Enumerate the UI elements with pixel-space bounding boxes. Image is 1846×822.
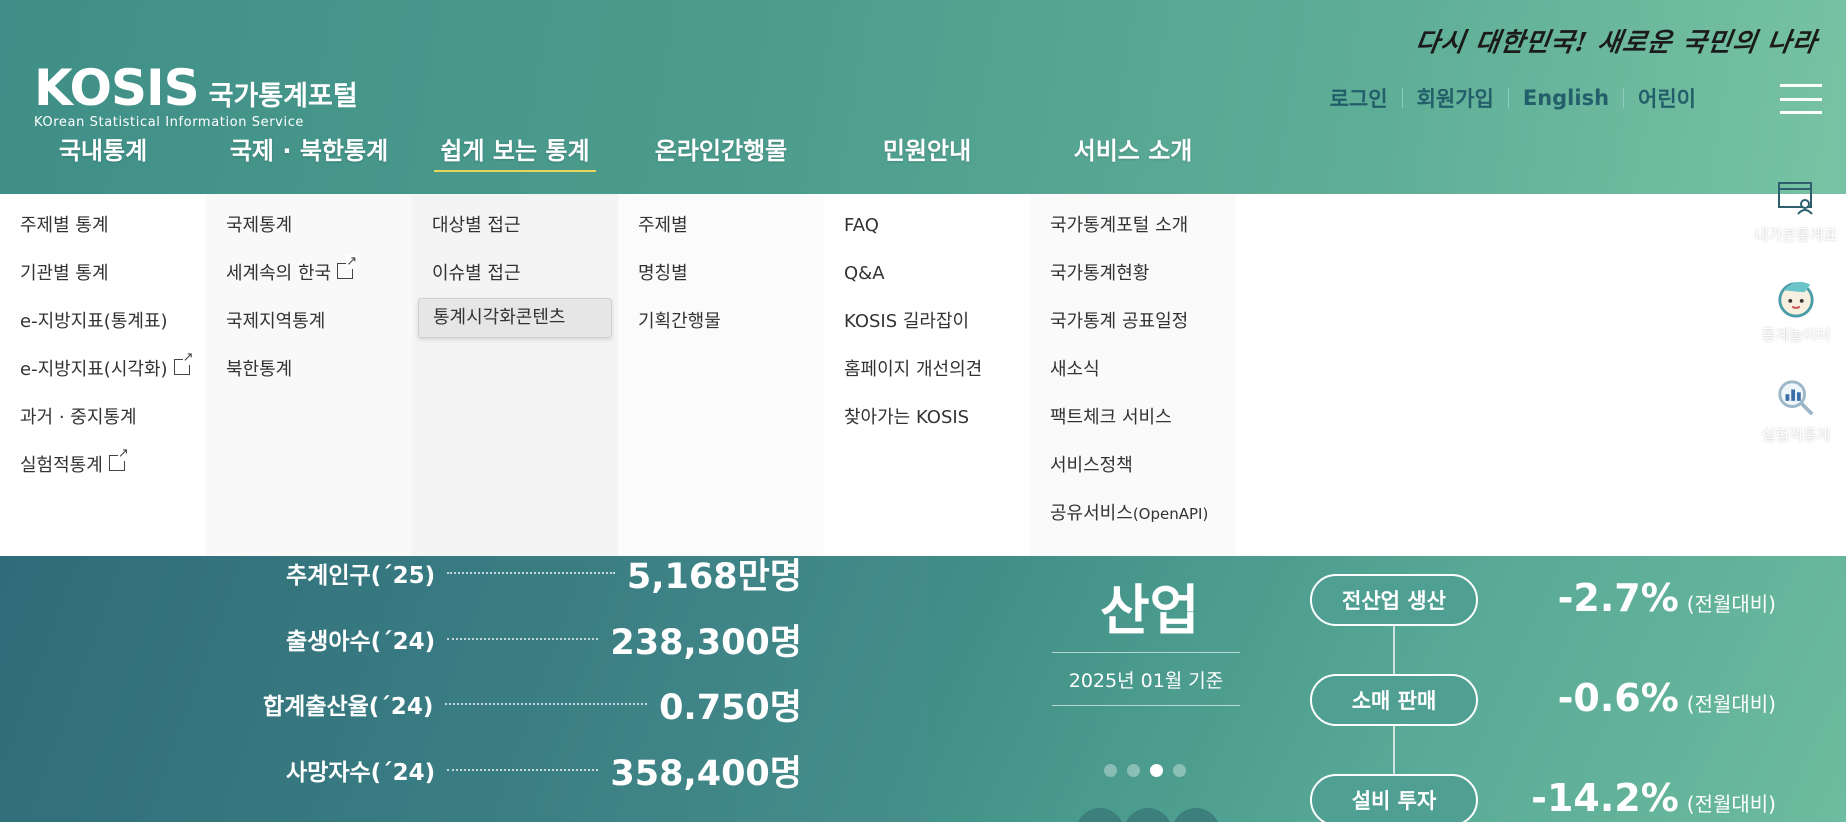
quick-menu: 내가본통계표 통계놀이터 실험적통계 (1746, 176, 1846, 476)
english-link[interactable]: English (1523, 86, 1609, 110)
nav-online-publications[interactable]: 온라인간행물 (618, 134, 824, 174)
menu-icon[interactable] (1780, 84, 1822, 114)
stat-row-births[interactable]: 출생아수(´24) 238,300명 (286, 614, 802, 664)
menu-item[interactable]: 주제별 통계 (0, 202, 206, 250)
menu-item[interactable]: 명칭별 (618, 250, 824, 298)
menu-item[interactable]: e-지방지표(시각화) (0, 346, 206, 394)
pager-dot[interactable] (1104, 764, 1117, 777)
logo-subtitle: KOrean Statistical Information Service (34, 115, 305, 130)
menu-item[interactable]: 실험적통계 (0, 442, 206, 490)
pager-dot[interactable] (1173, 764, 1186, 777)
nav-service-intro[interactable]: 서비스 소개 (1030, 134, 1236, 174)
menu-item[interactable]: 기획간행물 (618, 298, 824, 346)
signup-link[interactable]: 회원가입 (1417, 83, 1494, 113)
login-link[interactable]: 로그인 (1330, 83, 1388, 113)
quick-recent-tables[interactable]: 내가본통계표 (1746, 176, 1846, 276)
industry-title: 산업 (1100, 579, 1200, 642)
menu-item[interactable]: 세계속의 한국 (206, 250, 412, 298)
menu-item[interactable]: 주제별 (618, 202, 824, 250)
external-link-icon (173, 351, 194, 375)
menu-item[interactable]: 기관별 통계 (0, 250, 206, 298)
kids-link[interactable]: 어린이 (1638, 83, 1696, 113)
mega-menu: 주제별 통계 기관별 통계 e-지방지표(통계표) e-지방지표(시각화) 과거… (0, 194, 1846, 556)
mega-col-publications: 주제별 명칭별 기획간행물 (618, 194, 824, 556)
utility-links: 로그인 회원가입 English 어린이 (1330, 83, 1696, 113)
menu-item[interactable]: 국가통계현황 (1030, 250, 1236, 298)
indicator-button-investment[interactable]: 설비 투자 (1310, 774, 1478, 822)
menu-item[interactable]: 찾아가는 KOSIS (824, 394, 1030, 442)
mega-col-easy: 대상별 접근 이슈별 접근 통계시각화콘텐츠 (412, 194, 618, 556)
quick-experimental[interactable]: 실험적통계 (1746, 376, 1846, 476)
menu-item[interactable]: 새소식 (1030, 346, 1236, 394)
mega-col-service: 국가통계포털 소개 국가통계현황 국가통계 공표일정 새소식 팩트체크 서비스 … (1030, 194, 1236, 556)
mega-col-civil: FAQ Q&A KOSIS 길라잡이 홈페이지 개선의견 찾아가는 KOSIS (824, 194, 1030, 556)
external-link-icon (337, 255, 358, 279)
indicator-value-production: -2.7% (전월대비) (1557, 576, 1776, 620)
mega-col-international: 국제통계 세계속의 한국 국제지역통계 북한통계 (206, 194, 412, 556)
menu-item[interactable]: 대상별 접근 (412, 202, 618, 250)
menu-item[interactable]: 국가통계 공표일정 (1030, 298, 1236, 346)
magnifier-chart-icon (1776, 376, 1816, 420)
menu-item[interactable]: 과거 · 중지통계 (0, 394, 206, 442)
menu-item[interactable]: 팩트체크 서비스 (1030, 394, 1236, 442)
stat-row-deaths[interactable]: 사망자수(´24) 358,400명 (286, 745, 802, 795)
menu-item[interactable]: 홈페이지 개선의견 (824, 346, 1030, 394)
character-icon (1776, 276, 1816, 320)
nav-civil-service[interactable]: 민원안내 (824, 134, 1030, 174)
menu-item[interactable]: 국제지역통계 (206, 298, 412, 346)
menu-item[interactable]: 국가통계포털 소개 (1030, 202, 1236, 250)
logo-wordmark: KOSIS (34, 59, 200, 117)
menu-item[interactable]: 서비스정책 (1030, 442, 1236, 490)
menu-item[interactable]: 이슈별 접근 (412, 250, 618, 298)
divider (1401, 88, 1403, 108)
pager-dot-active[interactable] (1150, 764, 1163, 777)
divider (1507, 88, 1509, 108)
indicator-value-retail: -0.6% (전월대비) (1557, 676, 1776, 720)
nav-easy-stats[interactable]: 쉽게 보는 통계 (412, 134, 618, 174)
menu-item[interactable]: e-지방지표(통계표) (0, 298, 206, 346)
divider (1623, 88, 1625, 108)
menu-item[interactable]: FAQ (824, 202, 1030, 250)
slide-pager (1104, 764, 1186, 777)
stat-row-population[interactable]: 추계인구(´25) 5,168만명 (286, 548, 802, 598)
menu-item[interactable]: KOSIS 길라잡이 (824, 298, 1030, 346)
menu-item[interactable]: Q&A (824, 250, 1030, 298)
menu-item[interactable]: 국제통계 (206, 202, 412, 250)
menu-item[interactable]: 공유서비스 (OpenAPI) (1030, 490, 1236, 538)
kosis-logo[interactable]: KOSIS 국가통계포털 KOrean Statistical Informat… (34, 59, 358, 130)
stat-row-fertility[interactable]: 합계출산율(´24) 0.750명 (263, 679, 802, 729)
quick-label: 실험적통계 (1761, 426, 1831, 444)
nav-domestic-stats[interactable]: 국내통계 (0, 134, 206, 174)
menu-item[interactable]: 북한통계 (206, 346, 412, 394)
table-view-icon (1776, 176, 1816, 220)
indicator-button-retail[interactable]: 소매 판매 (1310, 674, 1478, 726)
menu-item-selected[interactable]: 통계시각화콘텐츠 (418, 298, 612, 338)
quick-playground[interactable]: 통계놀이터 (1746, 276, 1846, 376)
indicator-button-production[interactable]: 전산업 생산 (1310, 574, 1478, 626)
pager-dot[interactable] (1127, 764, 1140, 777)
industry-date: 2025년 01월 기준 (1052, 652, 1240, 706)
nav-international-stats[interactable]: 국제 · 북한통계 (206, 134, 412, 174)
slogan: 다시 대한민국! 새로운 국민의 나라 (1414, 28, 1820, 58)
quick-label: 통계놀이터 (1761, 326, 1831, 344)
quick-label: 내가본통계표 (1754, 226, 1838, 244)
mega-col-domestic: 주제별 통계 기관별 통계 e-지방지표(통계표) e-지방지표(시각화) 과거… (0, 194, 206, 556)
external-link-icon (108, 447, 129, 471)
indicator-value-investment: -14.2% (전월대비) (1531, 776, 1776, 820)
logo-korean-name: 국가통계포털 (208, 81, 358, 112)
